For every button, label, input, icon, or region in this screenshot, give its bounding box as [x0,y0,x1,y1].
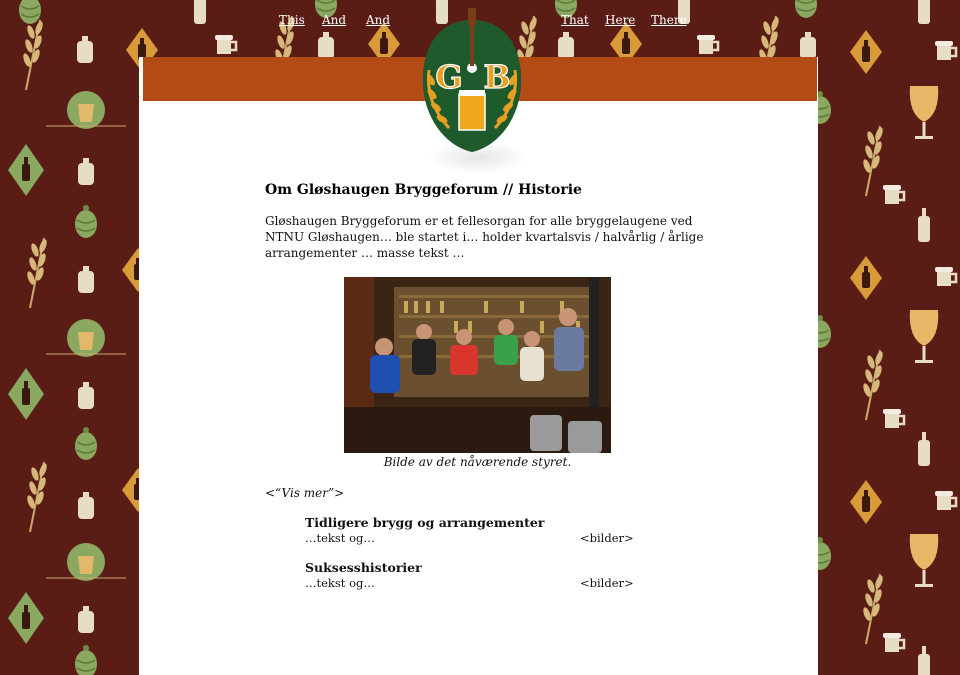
intro-paragraph: Gløshaugen Bryggeforum er et fellesorgan… [265,214,704,260]
section-images-previous-brews: <bilder> [580,531,634,545]
board-photo [344,277,611,453]
section-heading-previous-brews: Tidligere brygg og arrangementer [305,515,545,530]
photo-caption: Bilde av det nåværende styret. [383,455,572,469]
section-text-previous-brews: …tekst og… [305,531,375,545]
section-images-success-stories: <bilder> [580,576,634,590]
logo-letter-b: B [483,58,510,96]
nav-link-here[interactable]: Here [605,13,635,27]
show-more-link[interactable]: <“Vis mer”> [265,486,344,500]
nav-link-and-2[interactable]: And [366,13,390,27]
nav-link-there[interactable]: There [651,13,687,27]
nav-link-that[interactable]: That [561,13,589,27]
section-heading-success-stories: Suksesshistorier [305,560,422,575]
nav-link-this[interactable]: This [279,13,305,27]
logo-letter-g: G [435,58,462,96]
gb-logo[interactable]: G B [415,6,530,176]
page-title: Om Gløshaugen Bryggeforum // Historie [265,182,582,198]
nav-link-and-1[interactable]: And [322,13,346,27]
section-text-success-stories: …tekst og… [305,576,375,590]
